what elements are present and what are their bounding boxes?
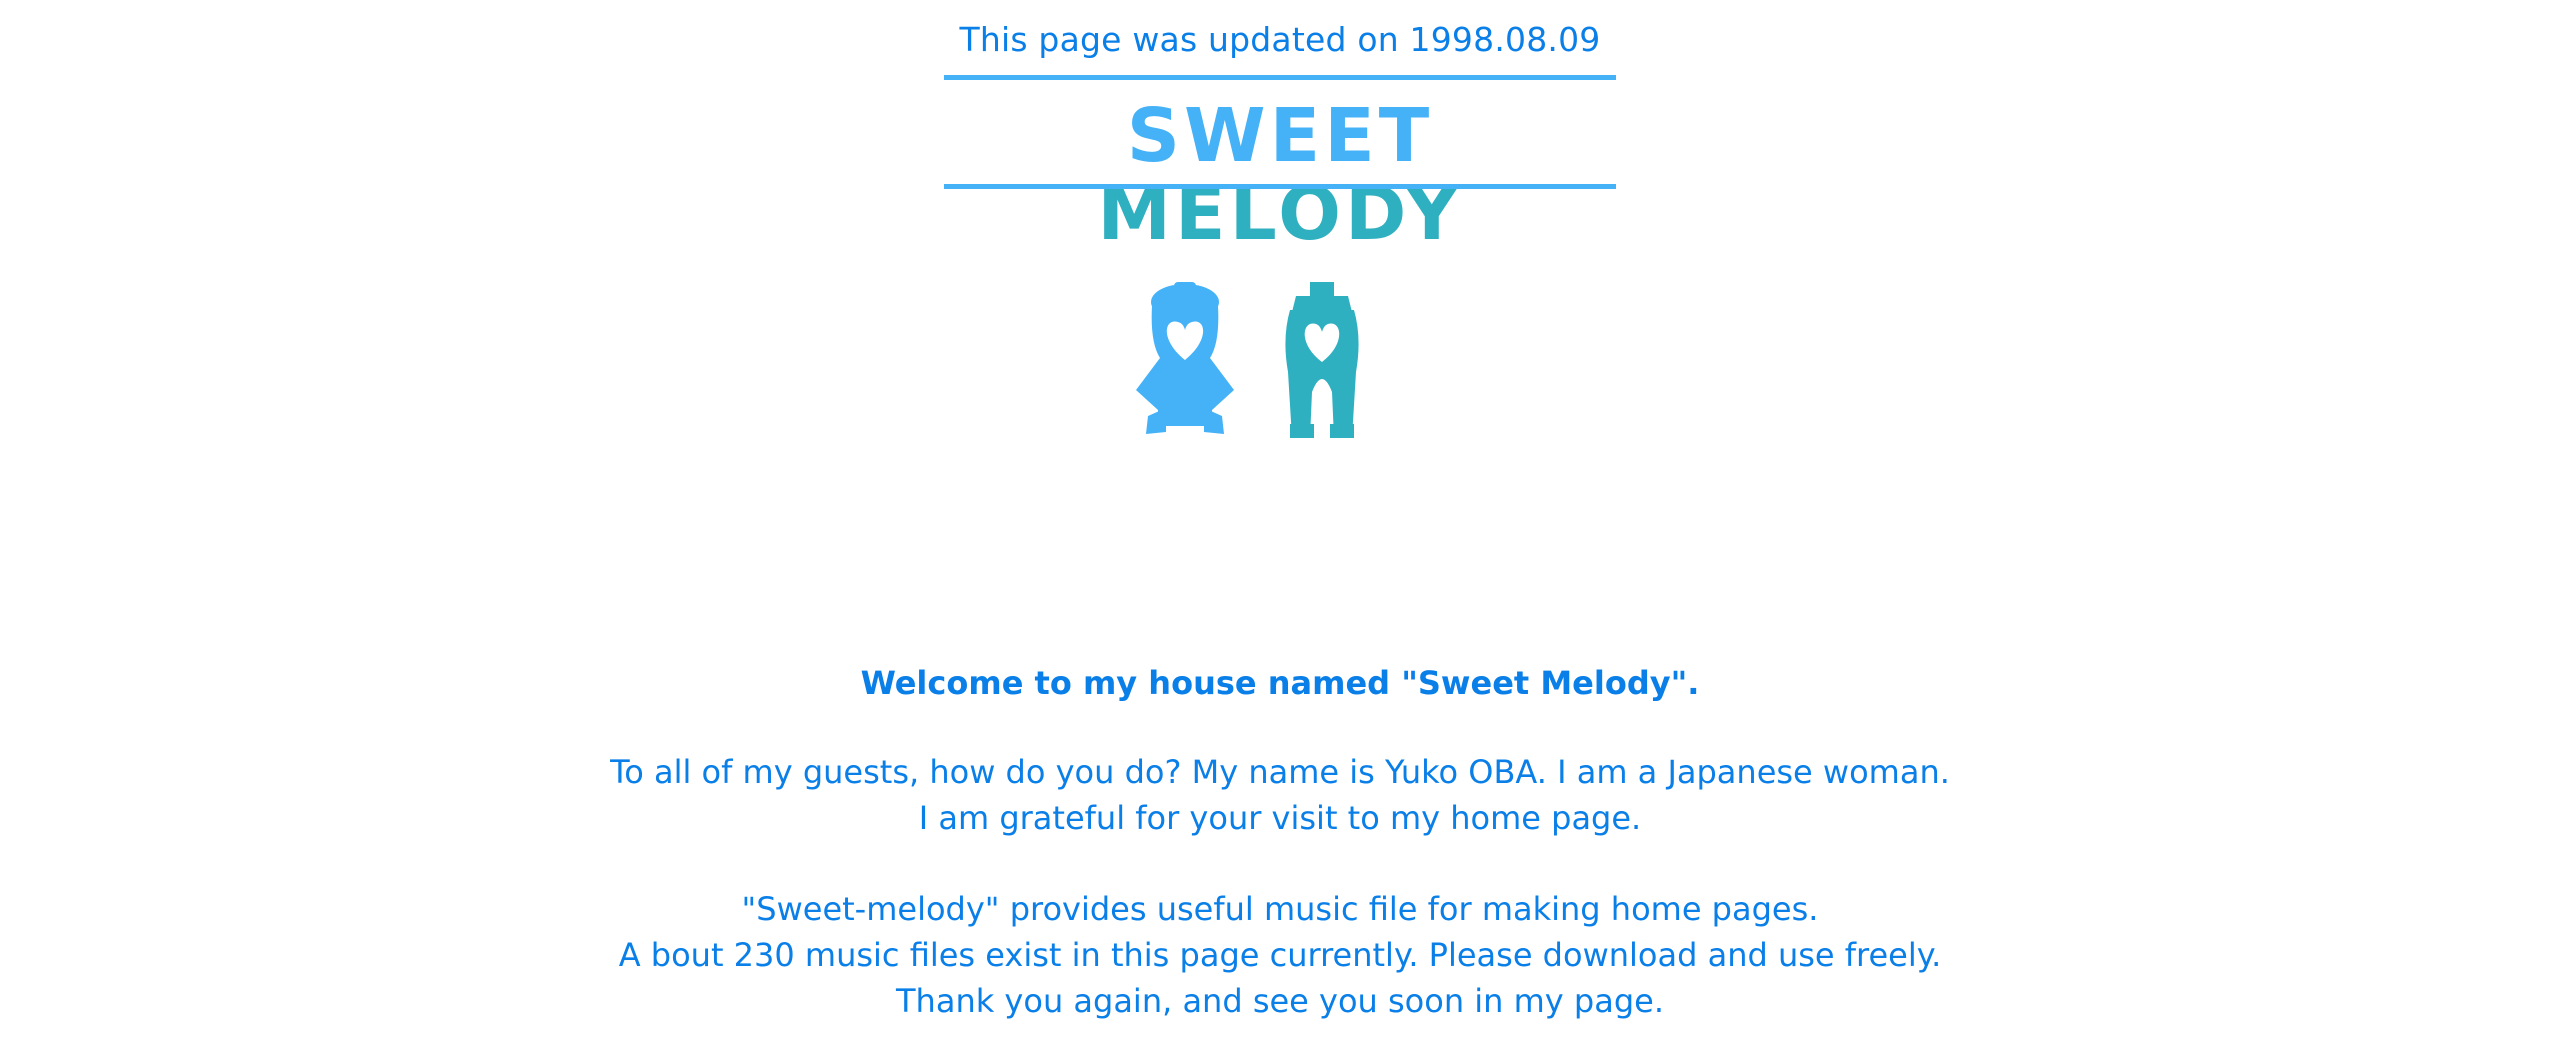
banner-top-rule [944, 75, 1616, 80]
girl-figure-with-heart-icon [1136, 282, 1234, 434]
info-paragraph: "Sweet-melody" provides useful music fil… [0, 886, 2560, 1024]
intro-line: I am grateful for your visit to my home … [918, 799, 1642, 837]
intro-line: To all of my guests, how do you do? My n… [610, 753, 1950, 791]
info-line: Thank you again, and see you soon in my … [896, 982, 1664, 1020]
info-line: "Sweet-melody" provides useful music fil… [741, 890, 1819, 928]
banner-bottom-rule [944, 184, 1616, 189]
intro-paragraph: To all of my guests, how do you do? My n… [0, 749, 2560, 841]
welcome-heading: Welcome to my house named "Sweet Melody"… [860, 664, 1700, 702]
site-title-word-1: SWEET [1126, 93, 1434, 179]
boy-figure-with-heart-icon [1285, 282, 1359, 438]
update-notice: This page was updated on 1998.08.09 [959, 20, 1601, 59]
site-title: SWEET MELODY [944, 97, 1616, 253]
couple-illustration [1130, 282, 1430, 438]
page: This page was updated on 1998.08.09 SWEE… [0, 0, 2560, 1062]
info-line: A bout 230 music files exist in this pag… [618, 936, 1942, 974]
site-banner: SWEET MELODY [944, 75, 1616, 253]
